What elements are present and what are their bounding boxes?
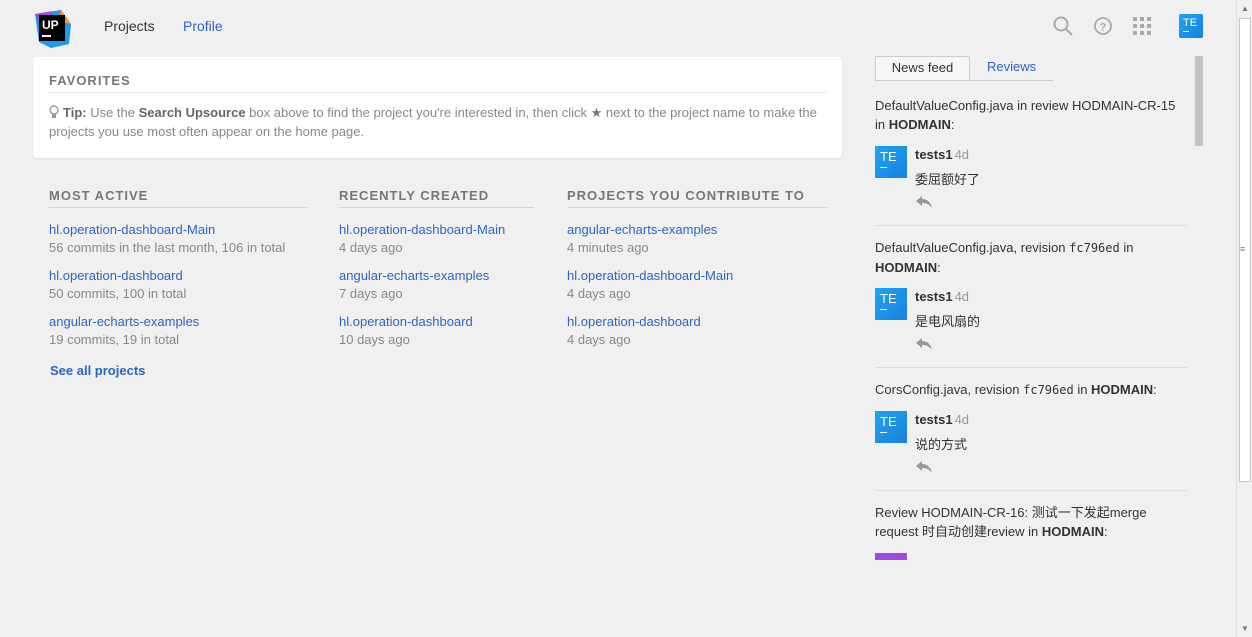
project-link[interactable]: hl.operation-dashboard: [339, 313, 534, 330]
grip-icon: ≡: [1240, 244, 1246, 254]
reply-icon[interactable]: [915, 337, 933, 351]
column-title: PROJECTS YOU CONTRIBUTE TO: [567, 188, 827, 208]
divider: [875, 80, 1053, 81]
divider: [49, 92, 826, 93]
tab-news-feed[interactable]: News feed: [875, 56, 970, 80]
comment-age: 4d: [954, 289, 970, 304]
divider: [875, 225, 1187, 226]
tip-text: Use the: [86, 105, 139, 120]
comment-age: 4d: [954, 412, 970, 427]
avatar: TE: [875, 146, 907, 178]
feed-item: CorsConfig.java, revision fc796ed in HOD…: [875, 380, 1187, 490]
project-meta: 4 days ago: [567, 286, 631, 301]
comment-author: tests1 4d: [915, 147, 970, 162]
nav-profile[interactable]: Profile: [183, 18, 223, 34]
list-item: angular-echarts-examples 19 commits, 19 i…: [49, 313, 307, 359]
favorites-title: FAVORITES: [49, 73, 131, 88]
most-active-column: MOST ACTIVE hl.operation-dashboard-Main 5…: [49, 188, 307, 359]
comment-author: tests1 4d: [915, 289, 970, 304]
recently-created-column: RECENTLY CREATED hl.operation-dashboard-…: [339, 188, 534, 359]
favorites-panel: FAVORITES Tip: Use the Search Upsource b…: [33, 57, 842, 158]
favorites-tip: Tip: Use the Search Upsource box above t…: [49, 103, 829, 141]
project-meta: 50 commits, 100 in total: [49, 286, 187, 301]
list-item: hl.operation-dashboard-Main 4 days ago: [567, 267, 827, 313]
tip-search-upsource: Search Upsource: [138, 105, 246, 120]
project-meta: 19 commits, 19 in total: [49, 332, 180, 347]
project-meta: 4 days ago: [567, 332, 631, 347]
column-title: RECENTLY CREATED: [339, 188, 534, 208]
tip-label: Tip:: [63, 105, 87, 120]
help-icon[interactable]: ?: [1092, 15, 1114, 37]
scroll-up-icon[interactable]: ▲: [1241, 4, 1249, 13]
user-avatar[interactable]: TE: [1179, 14, 1203, 38]
project-link[interactable]: hl.operation-dashboard-Main: [49, 221, 307, 238]
reply-icon[interactable]: [915, 460, 933, 474]
reply-icon[interactable]: [915, 195, 933, 209]
feed-scrollbar[interactable]: [1195, 56, 1203, 146]
svg-text:?: ?: [1100, 22, 1107, 34]
nav-projects[interactable]: Projects: [104, 18, 155, 34]
news-feed-panel: News feed Reviews DefaultValueConfig.jav…: [859, 48, 1205, 560]
avatar: TE: [875, 288, 907, 320]
list-item: hl.operation-dashboard-Main 4 days ago: [339, 221, 534, 267]
comment-author: tests1 4d: [915, 412, 970, 427]
search-icon[interactable]: [1052, 15, 1074, 37]
project-link[interactable]: hl.operation-dashboard: [49, 267, 307, 284]
feed-item: DefaultValueConfig.java in review HODMAI…: [875, 96, 1187, 226]
list-item: angular-echarts-examples 4 minutes ago: [567, 221, 827, 267]
list-item: hl.operation-dashboard 4 days ago: [567, 313, 827, 359]
list-item: hl.operation-dashboard 50 commits, 100 in…: [49, 267, 307, 313]
see-all-projects-link[interactable]: See all projects: [50, 363, 145, 378]
divider: [875, 490, 1187, 491]
comment-text: 是电风扇的: [915, 314, 981, 329]
star-icon: ★: [590, 105, 603, 120]
scroll-down-icon[interactable]: ▼: [1241, 624, 1249, 633]
contribute-column: PROJECTS YOU CONTRIBUTE TO angular-echar…: [567, 188, 827, 359]
project-link[interactable]: angular-echarts-examples: [339, 267, 534, 284]
list-item: hl.operation-dashboard 10 days ago: [339, 313, 534, 359]
feed-item-header[interactable]: Review HODMAIN-CR-16: 测试一下发起merge reques…: [875, 503, 1187, 541]
project-link[interactable]: angular-echarts-examples: [49, 313, 307, 330]
project-meta: 10 days ago: [339, 332, 410, 347]
window-scrollbar[interactable]: ▲ ≡ ▼: [1236, 0, 1252, 637]
project-link[interactable]: angular-echarts-examples: [567, 221, 827, 238]
feed-item-header[interactable]: DefaultValueConfig.java, revision fc796e…: [875, 238, 1187, 277]
feed-item: DefaultValueConfig.java, revision fc796e…: [875, 238, 1187, 368]
tab-reviews[interactable]: Reviews: [987, 56, 1036, 80]
comment-age: 4d: [954, 147, 970, 162]
apps-grid-icon[interactable]: [1132, 15, 1154, 37]
avatar: [875, 553, 907, 560]
project-link[interactable]: hl.operation-dashboard-Main: [339, 221, 534, 238]
feed-item-header[interactable]: DefaultValueConfig.java in review HODMAI…: [875, 96, 1187, 134]
feed-item-header[interactable]: CorsConfig.java, revision fc796ed in HOD…: [875, 380, 1187, 400]
list-item: hl.operation-dashboard-Main 56 commits in…: [49, 221, 307, 267]
feed-item: Review HODMAIN-CR-16: 测试一下发起merge reques…: [875, 503, 1187, 560]
lightbulb-icon: [49, 105, 59, 119]
column-title: MOST ACTIVE: [49, 188, 307, 208]
comment-text: 委屈额好了: [915, 172, 981, 187]
project-meta: 4 minutes ago: [567, 240, 649, 255]
project-meta: 4 days ago: [339, 240, 403, 255]
avatar: TE: [875, 411, 907, 443]
project-meta: 56 commits in the last month, 106 in tot…: [49, 240, 286, 255]
tip-text: box above to find the project you're int…: [245, 105, 591, 120]
project-link[interactable]: hl.operation-dashboard: [567, 313, 827, 330]
svg-text:UP: UP: [42, 18, 59, 32]
divider: [875, 367, 1187, 368]
project-meta: 7 days ago: [339, 286, 403, 301]
project-link[interactable]: hl.operation-dashboard-Main: [567, 267, 827, 284]
comment-text: 说的方式: [915, 437, 968, 452]
list-item: angular-echarts-examples 7 days ago: [339, 267, 534, 313]
upsource-logo[interactable]: UP: [31, 8, 73, 50]
